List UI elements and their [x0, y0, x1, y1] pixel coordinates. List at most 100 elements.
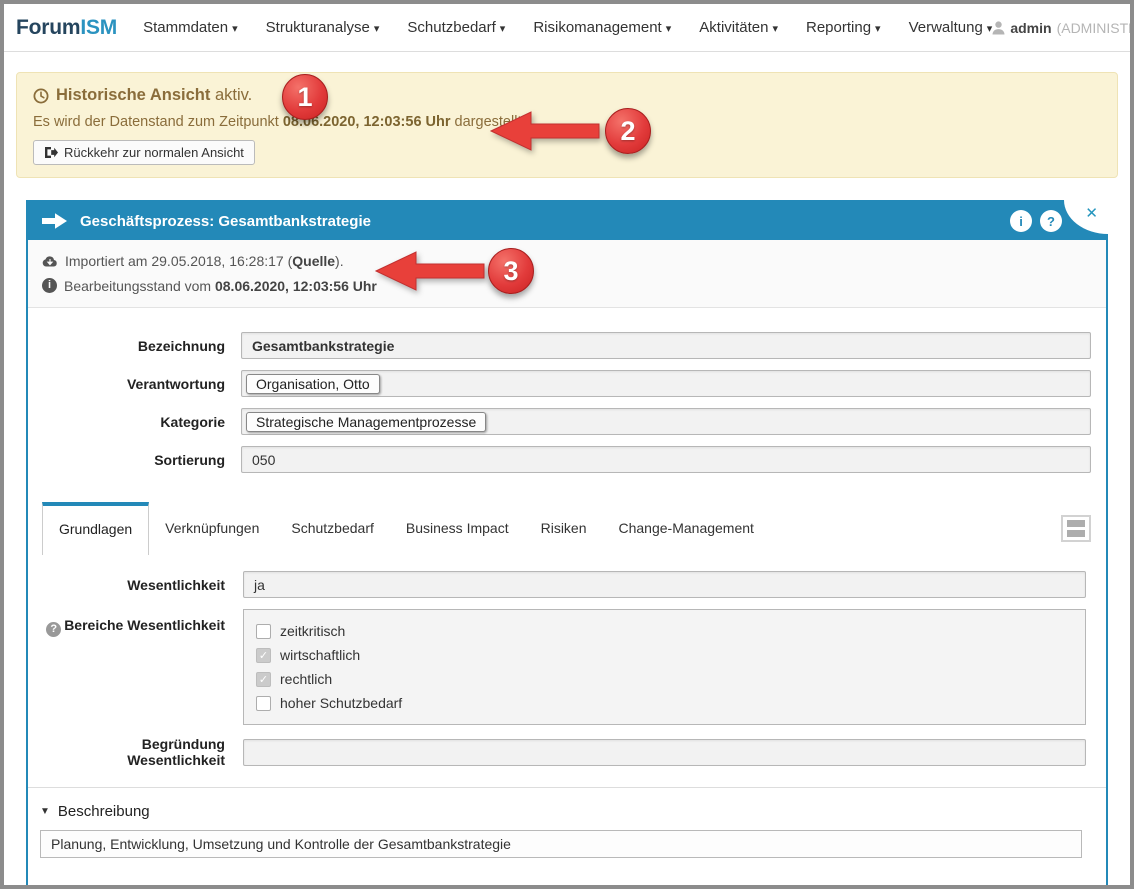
checkbox-label: zeitkritisch: [280, 623, 345, 639]
bezeichnung-input[interactable]: Gesamtbankstrategie: [241, 332, 1091, 359]
checkbox-label: wirtschaftlich: [280, 647, 360, 663]
alert-title: Historische Ansicht aktiv.: [33, 86, 1101, 105]
verantwortung-chip[interactable]: Organisation, Otto: [246, 374, 380, 394]
begruendung-label: Begründung Wesentlichkeit: [42, 736, 227, 768]
beschreibung-text[interactable]: Planung, Entwicklung, Umsetzung und Kont…: [40, 830, 1082, 858]
chevron-down-icon: ▾: [875, 23, 881, 35]
form-row-wesentlichkeit: Wesentlichkeit ja: [42, 571, 1086, 598]
process-form: Bezeichnung Gesamtbankstrategie Verantwo…: [28, 308, 1106, 488]
close-icon: ✕: [1085, 204, 1098, 222]
menu-risikomanagement[interactable]: Risikomanagement▾: [533, 19, 671, 36]
bereiche-label: ?Bereiche Wesentlichkeit: [42, 609, 227, 637]
clock-icon: [33, 88, 49, 104]
checkbox-hoher-schutzbedarf[interactable]: [256, 696, 271, 711]
kategorie-field[interactable]: Strategische Managementprozesse: [241, 408, 1091, 435]
form-row-sortierung: Sortierung 050: [42, 446, 1091, 473]
checkbox-wirtschaftlich[interactable]: ✓: [256, 648, 271, 663]
panel-header-actions: i ?: [1010, 210, 1062, 232]
main-menu: Stammdaten▾ Strukturanalyse▾ Schutzbedar…: [143, 19, 992, 36]
tab-change-management[interactable]: Change-Management: [603, 502, 770, 555]
checkbox-row-hoher-schutzbedarf: hoher Schutzbedarf: [256, 691, 1073, 715]
bereiche-checkbox-group: zeitkritisch ✓ wirtschaftlich ✓ rechtlic…: [243, 609, 1086, 725]
brand-accent: ISM: [80, 16, 117, 39]
tab-risiken[interactable]: Risiken: [525, 502, 603, 555]
sortierung-input[interactable]: 050: [241, 446, 1091, 473]
annotation-arrow-2: [489, 109, 601, 153]
form-row-verantwortung: Verantwortung Organisation, Otto: [42, 370, 1091, 397]
tab-schutzbedarf[interactable]: Schutzbedarf: [275, 502, 390, 555]
help-icon: ?: [1047, 214, 1055, 229]
top-navbar: ForumISM Stammdaten▾ Strukturanalyse▾ Sc…: [4, 4, 1130, 52]
app-logo[interactable]: ForumISM: [16, 16, 117, 40]
verantwortung-label: Verantwortung: [42, 376, 227, 392]
bezeichnung-label: Bezeichnung: [42, 338, 227, 354]
tab-verknuepfungen[interactable]: Verknüpfungen: [149, 502, 275, 555]
chevron-down-icon: ▾: [232, 23, 238, 35]
alert-title-text: Historische Ansicht aktiv.: [56, 86, 252, 105]
menu-schutzbedarf[interactable]: Schutzbedarf▾: [407, 19, 505, 36]
form-row-begruendung: Begründung Wesentlichkeit: [42, 736, 1086, 768]
chevron-down-icon: ▾: [772, 23, 778, 35]
app-window: ForumISM Stammdaten▾ Strukturanalyse▾ Sc…: [0, 0, 1134, 889]
kategorie-label: Kategorie: [42, 414, 227, 430]
menu-reporting[interactable]: Reporting▾: [806, 19, 881, 36]
chevron-down-icon: ▾: [374, 23, 380, 35]
begruendung-input[interactable]: [243, 739, 1086, 766]
wesentlichkeit-label: Wesentlichkeit: [42, 577, 227, 593]
panel-meta: Importiert am 29.05.2018, 16:28:17 (Quel…: [28, 240, 1106, 308]
edit-state-line: i Bearbeitungsstand vom 08.06.2020, 12:0…: [42, 274, 1092, 299]
annotation-badge-1: 1: [282, 74, 328, 120]
info-circle-icon: i: [42, 278, 57, 293]
help-circle-icon[interactable]: ?: [46, 622, 61, 637]
page-content: Historische Ansicht aktiv. Es wird der D…: [4, 52, 1130, 889]
business-process-panel: Geschäftsprozess: Gesamtbankstrategie i …: [26, 200, 1108, 889]
checkbox-label: hoher Schutzbedarf: [280, 695, 402, 711]
check-icon: ✓: [259, 673, 268, 686]
brand-primary: Forum: [16, 16, 80, 39]
menu-verwaltung[interactable]: Verwaltung▾: [909, 19, 993, 36]
tab-bar: Grundlagen Verknüpfungen Schutzbedarf Bu…: [42, 502, 1091, 555]
beschreibung-section-toggle[interactable]: ▼ Beschreibung: [40, 803, 1106, 820]
kategorie-chip[interactable]: Strategische Managementprozesse: [246, 412, 486, 432]
sortierung-label: Sortierung: [42, 452, 227, 468]
form-row-bereiche: ?Bereiche Wesentlichkeit zeitkritisch ✓ …: [42, 609, 1086, 725]
panel-header: Geschäftsprozess: Gesamtbankstrategie i …: [28, 202, 1106, 240]
annotation-badge-3: 3: [488, 248, 534, 294]
sign-out-icon: [44, 146, 58, 159]
tab-grundlagen[interactable]: Grundlagen: [42, 502, 149, 555]
checkbox-zeitkritisch[interactable]: [256, 624, 271, 639]
checkbox-row-zeitkritisch: zeitkritisch: [256, 619, 1073, 643]
checkbox-row-rechtlich: ✓ rechtlich: [256, 667, 1073, 691]
menu-stammdaten[interactable]: Stammdaten▾: [143, 19, 238, 36]
check-icon: ✓: [259, 649, 268, 662]
menu-aktivitaeten[interactable]: Aktivitäten▾: [699, 19, 778, 36]
navbar-right: admin (ADMINISTRATOR) ▾: [992, 11, 1134, 45]
collapse-triangle-icon: ▼: [40, 806, 50, 817]
form-row-kategorie: Kategorie Strategische Managementprozess…: [42, 408, 1091, 435]
edit-state-timestamp: 08.06.2020, 12:03:56 Uhr: [215, 278, 377, 294]
checkbox-label: rechtlich: [280, 671, 332, 687]
help-button[interactable]: ?: [1040, 210, 1062, 232]
menu-strukturanalyse[interactable]: Strukturanalyse▾: [266, 19, 380, 36]
import-info-line: Importiert am 29.05.2018, 16:28:17 (Quel…: [42, 249, 1092, 274]
import-source-link[interactable]: Quelle: [292, 253, 335, 269]
arrow-right-icon: [42, 212, 68, 230]
checkbox-row-wirtschaftlich: ✓ wirtschaftlich: [256, 643, 1073, 667]
verantwortung-field[interactable]: Organisation, Otto: [241, 370, 1091, 397]
user-role: (ADMINISTRATOR): [1057, 20, 1134, 36]
return-to-normal-view-button[interactable]: Rückkehr zur normalen Ansicht: [33, 140, 255, 165]
tab-content-grundlagen: Wesentlichkeit ja ?Bereiche Wesentlichke…: [28, 555, 1106, 768]
info-button[interactable]: i: [1010, 210, 1032, 232]
panel-close-button[interactable]: ✕: [1064, 200, 1108, 234]
form-row-bezeichnung: Bezeichnung Gesamtbankstrategie: [42, 332, 1091, 359]
panel-title: Geschäftsprozess: Gesamtbankstrategie: [80, 213, 371, 230]
layout-toggle-icon[interactable]: [1061, 515, 1091, 542]
user-name: admin: [1010, 20, 1051, 36]
beschreibung-header: Beschreibung: [58, 803, 150, 820]
section-divider: [28, 787, 1106, 788]
tab-business-impact[interactable]: Business Impact: [390, 502, 525, 555]
user-menu[interactable]: admin (ADMINISTRATOR) ▾: [992, 20, 1134, 36]
user-icon: [992, 21, 1005, 35]
wesentlichkeit-input[interactable]: ja: [243, 571, 1086, 598]
checkbox-rechtlich[interactable]: ✓: [256, 672, 271, 687]
